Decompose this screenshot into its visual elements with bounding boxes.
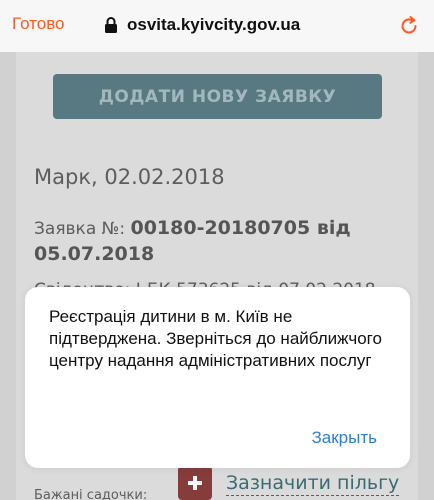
- alert-dialog: Реєстрація дитини в м. Київ не підтвердж…: [25, 287, 410, 468]
- address-bar[interactable]: osvita.kyivcity.gov.ua: [104, 14, 300, 36]
- close-button[interactable]: Закрыть: [312, 428, 377, 448]
- url-text: osvita.kyivcity.gov.ua: [127, 15, 301, 34]
- lock-icon: [105, 17, 117, 33]
- reload-icon[interactable]: [398, 15, 420, 37]
- done-button[interactable]: Готово: [12, 14, 65, 34]
- browser-toolbar: Готово osvita.kyivcity.gov.ua: [0, 0, 434, 52]
- alert-message: Реєстрація дитини в м. Київ не підтвердж…: [49, 307, 382, 370]
